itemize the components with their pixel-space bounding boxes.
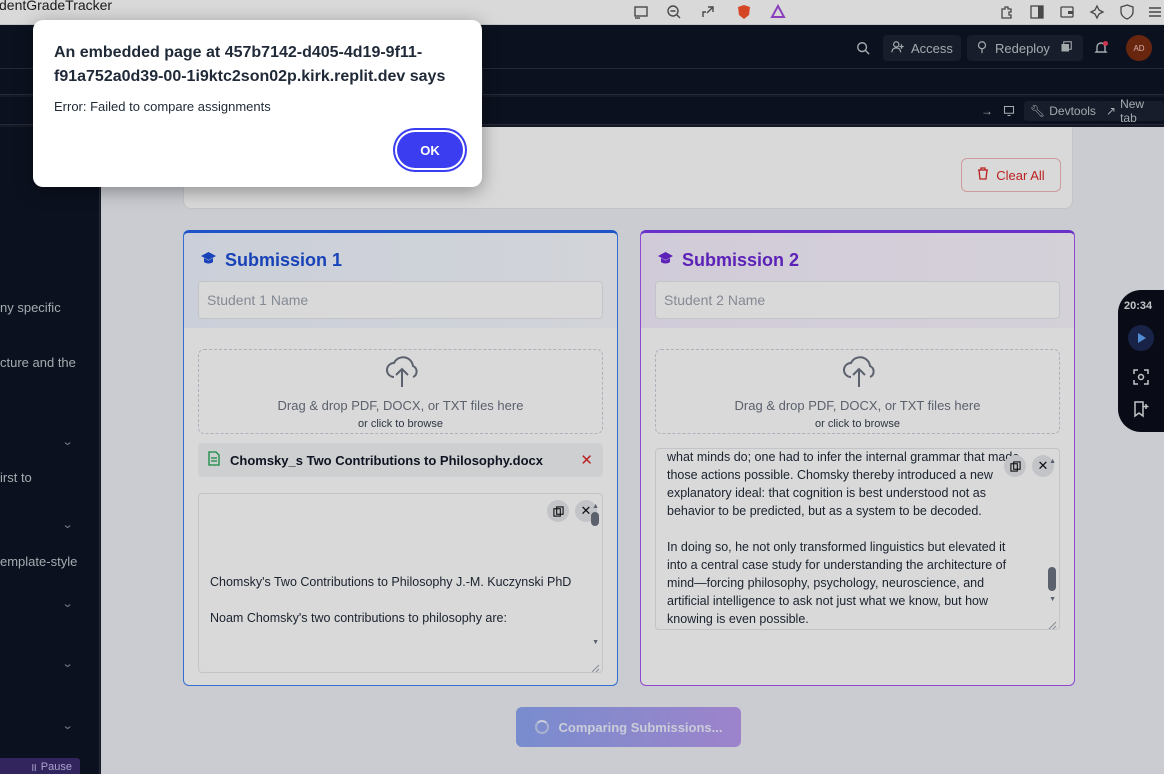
- alert-dialog: An embedded page at 457b7142-d405-4d19-9…: [33, 20, 482, 187]
- ok-button[interactable]: OK: [397, 132, 463, 168]
- dialog-message: Error: Failed to compare assignments: [54, 99, 271, 114]
- dialog-title: An embedded page at 457b7142-d405-4d19-9…: [54, 44, 446, 85]
